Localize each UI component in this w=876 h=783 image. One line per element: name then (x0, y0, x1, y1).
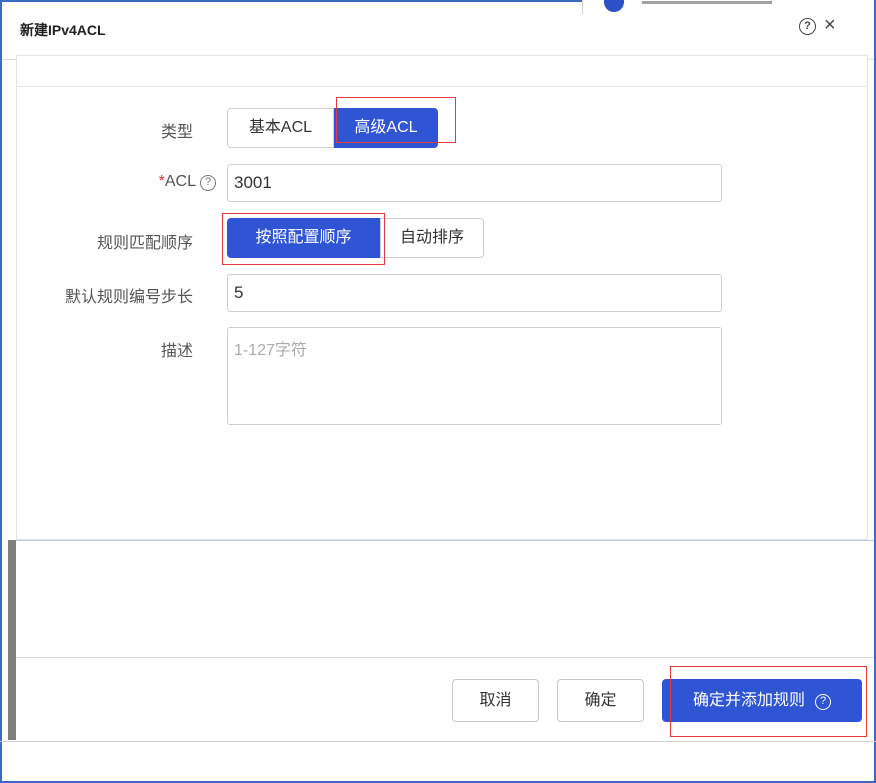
help-circle-icon[interactable]: ? (799, 18, 816, 35)
footer-bottom-border (0, 741, 876, 742)
ok-and-add-rule-label: 确定并添加规则 (692, 692, 805, 709)
background-tab-label (642, 1, 772, 6)
type-label: 类型 (160, 124, 193, 141)
step-label: 默认规则编号步长 (64, 289, 193, 306)
description-label: 描述 (160, 343, 193, 360)
type-option-advanced-acl[interactable]: 高级ACL (334, 108, 438, 148)
footer-left-bar (8, 540, 16, 740)
dialog-title: 新建IPv4ACL (20, 22, 106, 38)
type-option-basic-acl[interactable]: 基本ACL (227, 108, 334, 148)
footer-divider (16, 657, 874, 658)
help-circle-icon: ? (815, 694, 831, 710)
acl-number-input[interactable]: 3001 (227, 164, 722, 202)
acl-label: *ACL? (100, 173, 216, 191)
dialog-header (2, 14, 874, 60)
description-textarea[interactable]: 1-127字符 (227, 327, 722, 425)
close-icon[interactable]: × (824, 14, 836, 36)
ok-and-add-rule-button[interactable]: 确定并添加规则? (662, 679, 862, 722)
step-input[interactable]: 5 (227, 274, 722, 312)
match-order-label: 规则匹配顺序 (96, 235, 193, 252)
acl-label-text: ACL (164, 173, 196, 190)
acl-help-icon[interactable]: ? (200, 175, 216, 191)
match-order-option-config[interactable]: 按照配置顺序 (227, 218, 380, 258)
ok-button[interactable]: 确定 (557, 679, 644, 722)
match-order-option-auto[interactable]: 自动排序 (380, 218, 484, 258)
cancel-button[interactable]: 取消 (452, 679, 539, 722)
body-divider (17, 86, 867, 87)
